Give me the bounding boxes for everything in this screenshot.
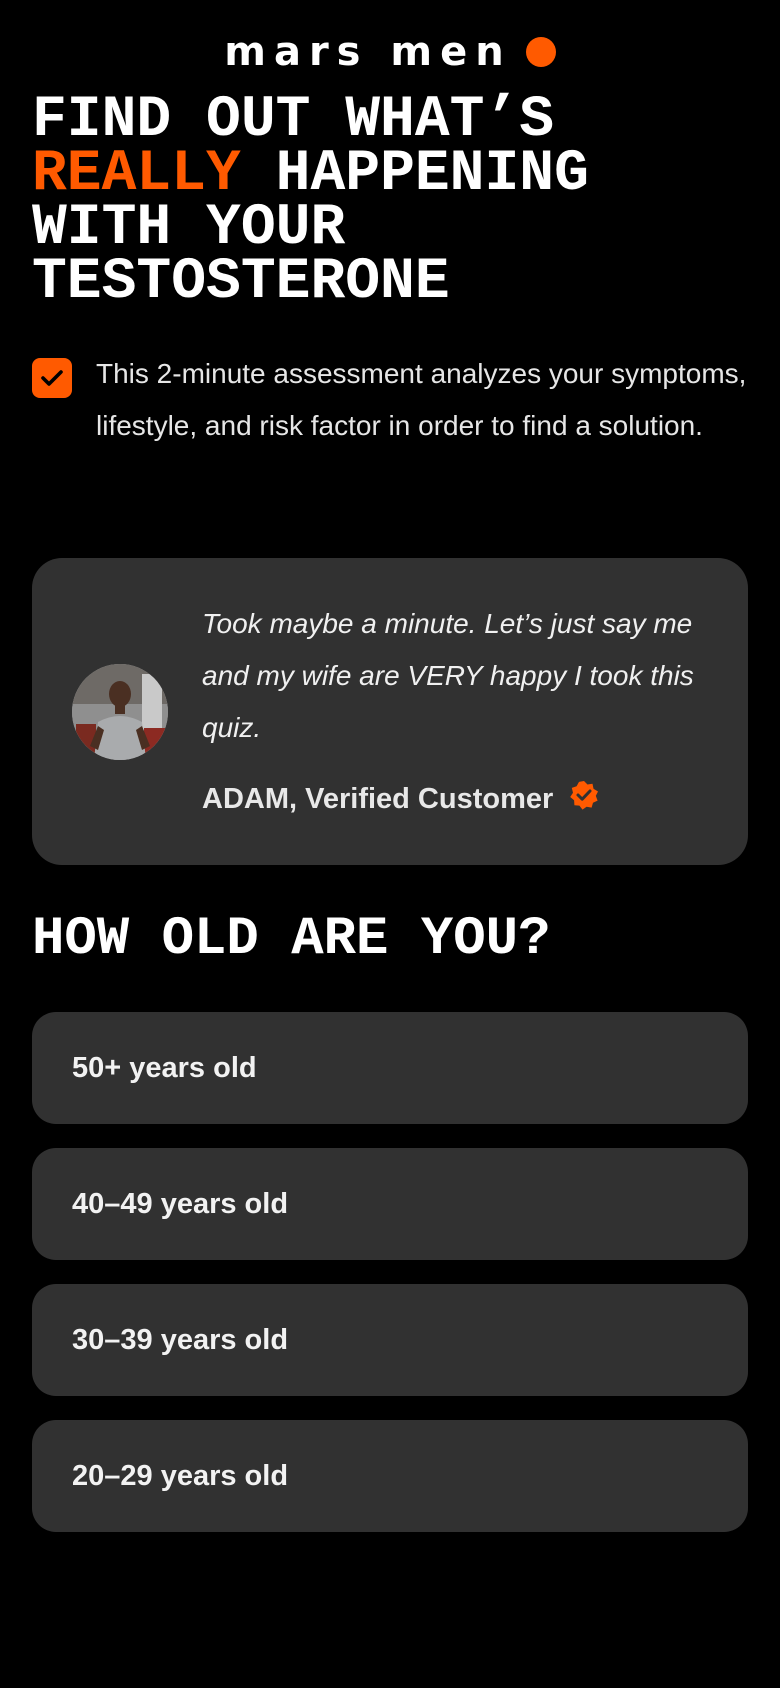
headline-line-4: TESTOSTERONE bbox=[32, 250, 450, 315]
age-option-40-49[interactable]: 40–49 years old bbox=[32, 1148, 748, 1260]
testimonial-card: Took maybe a minute. Let’s just say me a… bbox=[32, 558, 748, 865]
intro-block: This 2-minute assessment analyzes your s… bbox=[32, 354, 748, 452]
intro-text: This 2-minute assessment analyzes your s… bbox=[96, 358, 747, 441]
question-title: HOW OLD ARE YOU? bbox=[32, 909, 551, 970]
brand-logo: mars men bbox=[0, 28, 780, 76]
testimonial-author-name: ADAM, Verified Customer bbox=[202, 782, 554, 815]
age-options: 50+ years old 40–49 years old 30–39 year… bbox=[32, 1012, 748, 1532]
testimonial-quote: Took maybe a minute. Let’s just say me a… bbox=[202, 608, 694, 743]
age-option-30-39[interactable]: 30–39 years old bbox=[32, 1284, 748, 1396]
brand-name: mars men bbox=[224, 29, 512, 75]
verified-badge-icon bbox=[569, 780, 599, 818]
testimonial-author: ADAM, Verified Customer bbox=[202, 780, 599, 818]
age-option-20-29[interactable]: 20–29 years old bbox=[32, 1420, 748, 1532]
brand-dot-icon bbox=[525, 37, 556, 67]
checkmark-icon bbox=[32, 358, 72, 398]
quiz-page: mars men FIND OUT WHAT’S REALLY HAPPENIN… bbox=[0, 0, 780, 1688]
avatar bbox=[72, 664, 168, 760]
age-option-50-plus[interactable]: 50+ years old bbox=[32, 1012, 748, 1124]
page-headline: FIND OUT WHAT’S REALLY HAPPENING WITH YO… bbox=[32, 92, 748, 312]
